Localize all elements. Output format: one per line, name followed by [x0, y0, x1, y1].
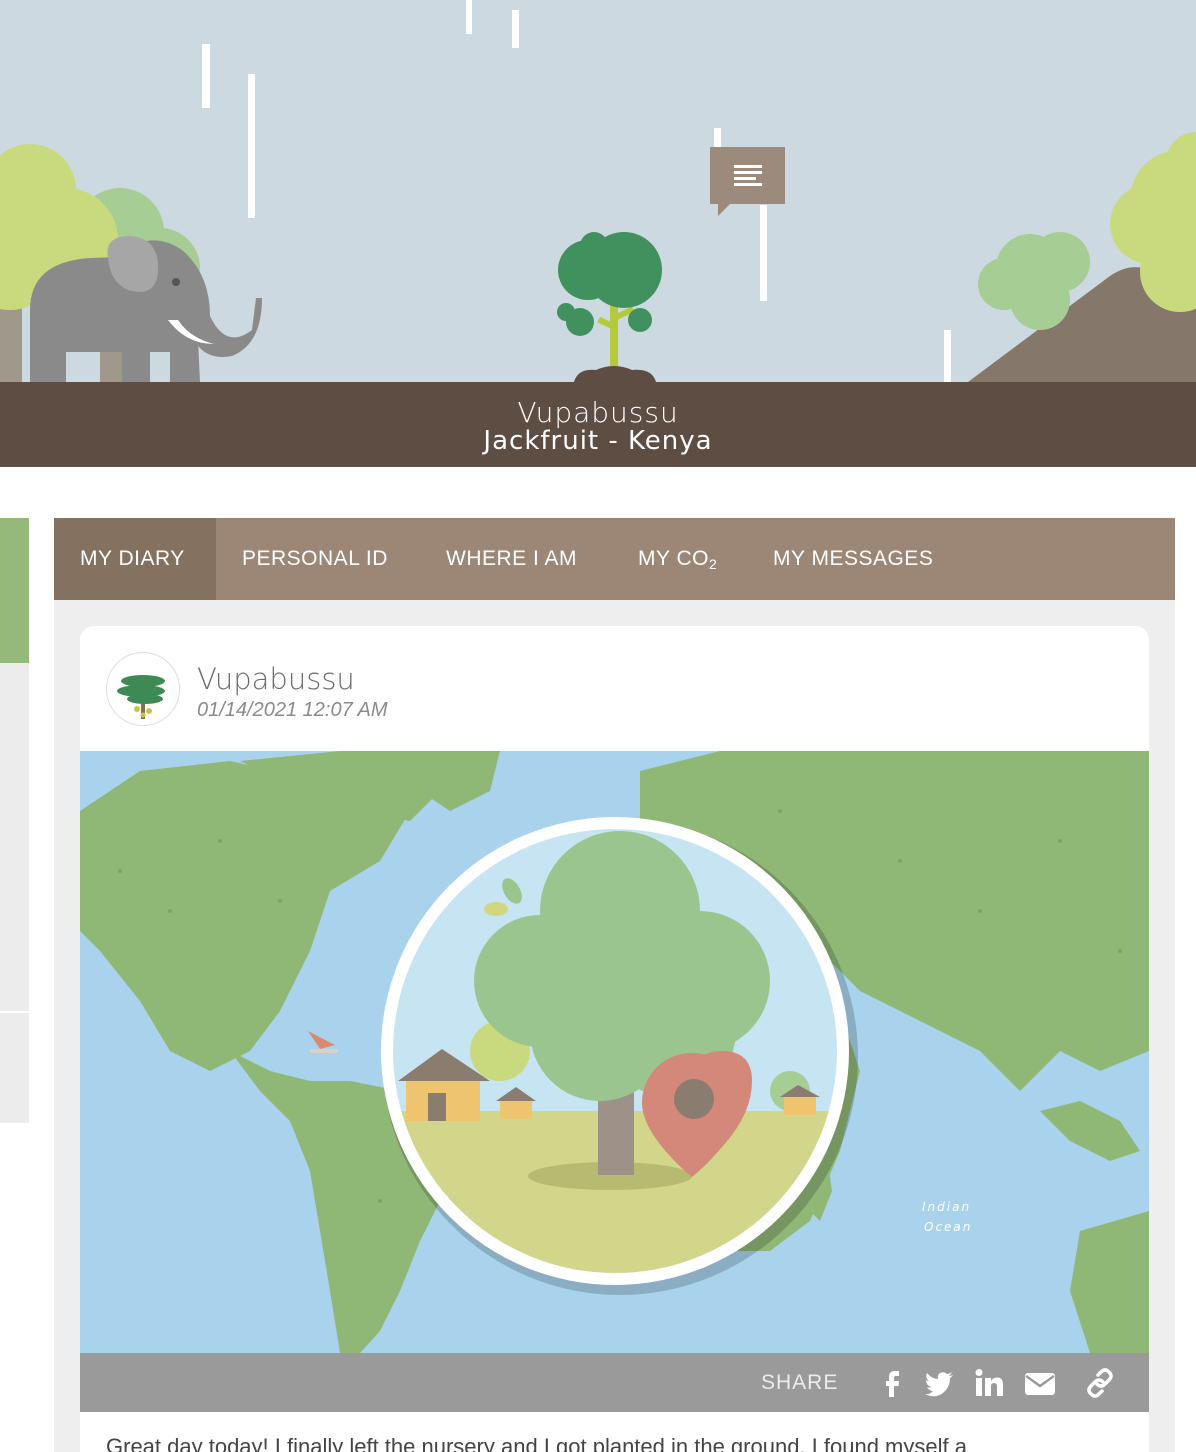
tree-avatar-icon [117, 675, 165, 719]
facebook-icon[interactable] [880, 1367, 912, 1399]
avatar[interactable] [106, 652, 180, 726]
side-accent-strip [0, 518, 29, 663]
tab-personal-id[interactable]: PERSONAL ID [216, 518, 414, 600]
right-hills [968, 132, 1196, 382]
seedling-illustration [557, 232, 662, 382]
tab-my-co2[interactable]: MY CO2 [612, 518, 743, 600]
tree-title-bar: Vupabussu Jackfruit - Kenya [0, 382, 1196, 467]
menu-lines-icon [734, 165, 762, 189]
tree-species-country: Jackfruit - Kenya [483, 426, 713, 456]
tab-my-messages[interactable]: MY MESSAGES [747, 518, 959, 600]
world-map-illustration: Indian Ocean [80, 751, 1149, 1353]
side-divider [0, 1011, 29, 1013]
hero-banner [0, 0, 1196, 382]
diary-post-card: Vupabussu 01/14/2021 12:07 AM Indian Oce… [80, 626, 1149, 1452]
tab-label: MY DIARY [80, 547, 185, 570]
twitter-icon[interactable] [923, 1367, 955, 1399]
link-icon[interactable] [1084, 1367, 1116, 1399]
post-body-text: Great day today! I finally left the nurs… [106, 1434, 967, 1452]
map-ocean-label-2: Ocean [924, 1220, 972, 1234]
diary-entry-button[interactable] [710, 147, 785, 216]
tab-label: MY MESSAGES [773, 547, 934, 570]
tab-label: PERSONAL ID [242, 547, 388, 570]
tab-label: WHERE I AM [446, 547, 578, 570]
tab-where-i-am[interactable]: WHERE I AM [420, 518, 603, 600]
post-date: 01/14/2021 12:07 AM [197, 699, 388, 721]
hero-illustration [0, 0, 1196, 382]
tab-label-subscript: 2 [708, 556, 718, 572]
main-panel: MY DIARY PERSONAL ID WHERE I AM MY CO2 M… [54, 518, 1175, 1452]
tree-name: Vupabussu [517, 396, 679, 429]
share-label: SHARE [761, 1371, 839, 1394]
share-bar: SHARE [80, 1353, 1149, 1412]
location-pin-icon [642, 1053, 742, 1177]
tab-label: MY CO [638, 547, 709, 570]
map-ocean-label: Indian [922, 1200, 971, 1214]
linkedin-icon[interactable] [973, 1367, 1005, 1399]
side-panel-strip [0, 663, 29, 1123]
email-icon[interactable] [1024, 1367, 1056, 1399]
world-map-image: Indian Ocean [80, 751, 1149, 1353]
tab-my-diary[interactable]: MY DIARY [54, 518, 216, 600]
post-author: Vupabussu [197, 662, 355, 696]
tab-bar: MY DIARY PERSONAL ID WHERE I AM MY CO2 M… [54, 518, 1175, 600]
